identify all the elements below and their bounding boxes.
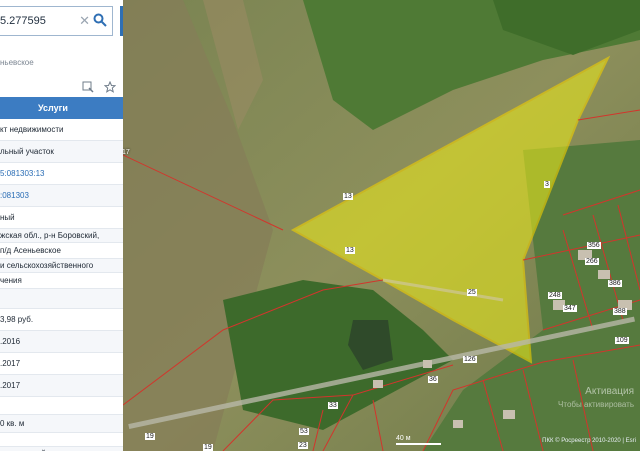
- os-watermark-sub: Чтобы активировать: [558, 400, 634, 409]
- plot-number: 248: [548, 292, 562, 299]
- info-row: жская обл., р-н Боровский,: [0, 229, 123, 243]
- info-panel: 5.277595 ✕ ньевское Услуги кт недвижимос…: [0, 0, 124, 451]
- tab-services[interactable]: Услуги: [0, 97, 123, 119]
- plot-number: 126: [463, 356, 477, 363]
- parcel-label: 13: [345, 247, 355, 254]
- info-row: п/д Асеньевское: [0, 243, 123, 259]
- info-row: кт недвижимости: [0, 119, 123, 141]
- info-row: чения: [0, 273, 123, 289]
- scale-label: 40 м: [396, 435, 411, 442]
- info-row: 0 кв. м: [0, 415, 123, 433]
- plot-number: 53: [299, 428, 309, 435]
- plot-number: 109: [615, 337, 629, 344]
- info-row: ельскохозяйственного: [0, 447, 123, 451]
- info-row: [0, 289, 123, 309]
- zoom-to-icon[interactable]: [82, 80, 94, 93]
- parcel-label: 13: [343, 193, 353, 200]
- info-row-link[interactable]: 5:081303:13: [0, 163, 123, 185]
- info-row-link[interactable]: :081303: [0, 185, 123, 207]
- info-row: .2017: [0, 375, 123, 397]
- address-line: ньевское: [0, 58, 34, 67]
- plot-number: 19: [203, 444, 213, 451]
- plot-number: 356: [587, 242, 601, 249]
- parcel-label: 25: [467, 289, 477, 296]
- plot-number: 388: [613, 308, 627, 315]
- clear-icon[interactable]: ✕: [79, 13, 90, 29]
- info-row: и сельскохозяйственного: [0, 259, 123, 273]
- os-watermark: Активация: [585, 386, 634, 397]
- scale-line: [396, 443, 441, 445]
- info-row: [0, 433, 123, 447]
- info-row: .2016: [0, 331, 123, 353]
- side-label: 17: [123, 149, 130, 156]
- map-credits: ПКК © Росреестр 2010-2020 | Esri: [542, 438, 636, 444]
- plot-number: 33: [328, 402, 338, 409]
- satellite-layer: [123, 0, 640, 451]
- info-row: 3,98 руб.: [0, 309, 123, 331]
- map-view[interactable]: 13 13 3 25 17 356 266 386 248 347 388 36…: [123, 0, 640, 451]
- favorite-star-icon[interactable]: [104, 80, 117, 93]
- scale-bar: 40 м: [396, 435, 441, 445]
- plot-number: 347: [563, 305, 577, 312]
- plot-number: 23: [298, 442, 308, 449]
- panel-tools: [82, 80, 122, 98]
- plot-number: 386: [608, 280, 622, 287]
- info-row: .2017: [0, 353, 123, 375]
- search-box[interactable]: 5.277595 ✕: [0, 6, 113, 36]
- plot-number: 19: [145, 433, 155, 440]
- info-row: ный: [0, 207, 123, 229]
- search-input[interactable]: 5.277595: [0, 15, 46, 27]
- plot-number: 266: [585, 258, 599, 265]
- parcel-label: 3: [544, 181, 550, 188]
- info-row: [0, 397, 123, 415]
- plot-number: 36: [428, 376, 438, 383]
- info-rows: кт недвижимости льный участок 5:081303:13:…: [0, 119, 123, 451]
- info-row: льный участок: [0, 141, 123, 163]
- search-icon[interactable]: [93, 13, 107, 27]
